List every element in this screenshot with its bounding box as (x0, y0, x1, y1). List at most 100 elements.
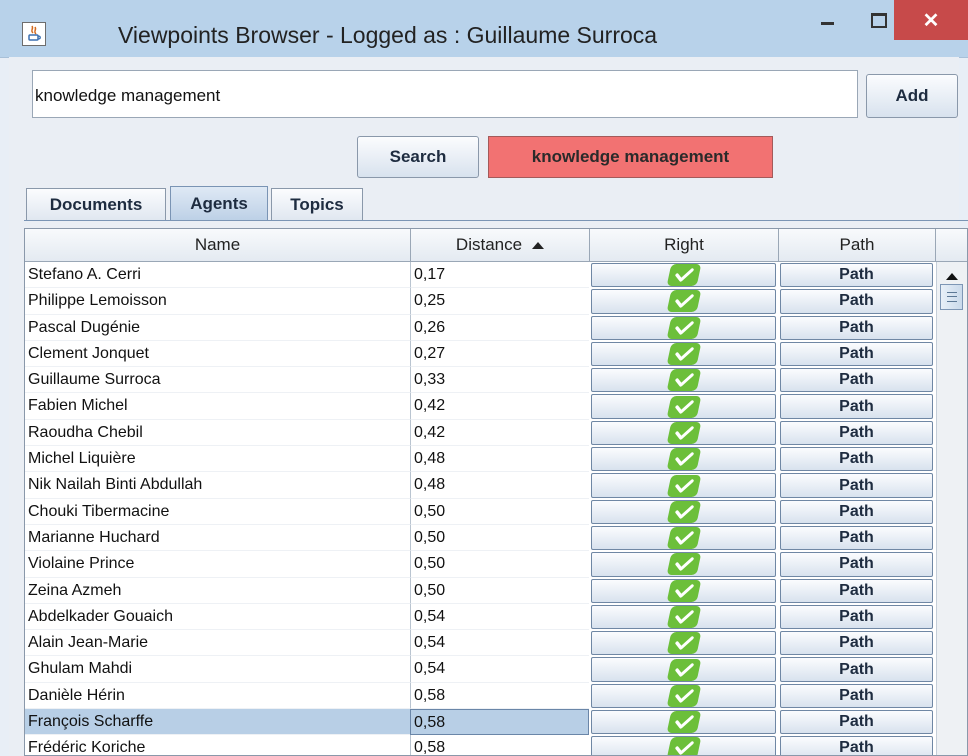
distance-cell[interactable]: 0,42 (410, 419, 589, 447)
table-row[interactable]: Raoudha Chebil 0,42 Path (25, 419, 935, 447)
table-row[interactable]: Frédéric Koriche 0,58 Path (25, 735, 935, 755)
right-button[interactable] (591, 263, 776, 288)
right-button[interactable] (591, 289, 776, 314)
path-button[interactable]: Path (780, 394, 933, 419)
agent-name-cell[interactable]: Abdelkader Gouaich (25, 604, 410, 631)
path-button[interactable]: Path (780, 420, 933, 446)
agent-name-cell[interactable]: Danièle Hérin (25, 683, 410, 710)
table-row[interactable]: Marianne Huchard 0,50 Path (25, 524, 935, 552)
minimize-button[interactable] (805, 0, 849, 40)
distance-cell[interactable]: 0,50 (410, 577, 589, 604)
agent-name-cell[interactable]: Frédéric Koriche (25, 735, 410, 755)
add-button[interactable]: Add (866, 74, 958, 118)
table-row[interactable]: Guillaume Surroca 0,33 Path (25, 367, 935, 394)
agent-name-cell[interactable]: Violaine Prince (25, 551, 410, 578)
path-button[interactable]: Path (780, 368, 933, 393)
path-button[interactable]: Path (780, 473, 933, 498)
column-header-name[interactable]: Name (25, 229, 411, 261)
search-input[interactable]: knowledge management (32, 70, 858, 118)
path-button[interactable]: Path (780, 552, 933, 577)
table-row[interactable]: Michel Liquière 0,48 Path (25, 446, 935, 473)
right-button[interactable] (591, 525, 776, 551)
path-button[interactable]: Path (780, 683, 933, 709)
right-button[interactable] (591, 552, 776, 577)
keyword-badge[interactable]: knowledge management (488, 136, 773, 178)
table-row[interactable]: Pascal Dugénie 0,26 Path (25, 314, 935, 341)
column-header-path[interactable]: Path (779, 229, 936, 261)
vertical-scrollbar[interactable] (936, 262, 967, 755)
agent-name-cell[interactable]: Raoudha Chebil (25, 420, 410, 447)
right-button[interactable] (591, 657, 776, 682)
distance-cell[interactable]: 0,58 (410, 735, 589, 755)
agent-name-cell[interactable]: François Scharffe (25, 709, 410, 736)
distance-cell[interactable]: 0,48 (410, 472, 589, 499)
close-button[interactable]: ✕ (894, 0, 968, 40)
distance-cell[interactable]: 0,17 (410, 262, 589, 289)
agent-name-cell[interactable]: Chouki Tibermacine (25, 499, 410, 525)
path-button[interactable]: Path (780, 289, 933, 314)
table-row[interactable]: Abdelkader Gouaich 0,54 Path (25, 603, 935, 631)
table-row[interactable]: Fabien Michel 0,42 Path (25, 393, 935, 420)
path-button[interactable]: Path (780, 631, 933, 656)
path-button[interactable]: Path (780, 657, 933, 682)
right-button[interactable] (591, 499, 776, 524)
distance-cell[interactable]: 0,58 (410, 709, 589, 736)
path-button[interactable]: Path (780, 604, 933, 630)
distance-cell[interactable]: 0,25 (410, 288, 589, 315)
agent-name-cell[interactable]: Fabien Michel (25, 393, 410, 420)
path-button[interactable]: Path (780, 525, 933, 551)
right-button[interactable] (591, 368, 776, 393)
right-button[interactable] (591, 578, 776, 603)
distance-cell[interactable]: 0,54 (410, 656, 589, 683)
right-button[interactable] (591, 710, 776, 735)
right-button[interactable] (591, 420, 776, 446)
table-row[interactable]: Clement Jonquet 0,27 Path (25, 340, 935, 368)
table-row[interactable]: Chouki Tibermacine 0,50 Path (25, 498, 935, 525)
path-button[interactable]: Path (780, 341, 933, 367)
path-button[interactable]: Path (780, 447, 933, 472)
distance-cell[interactable]: 0,26 (410, 314, 589, 341)
agent-name-cell[interactable]: Ghulam Mahdi (25, 656, 410, 683)
path-button[interactable]: Path (780, 263, 933, 288)
tab-topics[interactable]: Topics (271, 188, 363, 220)
tab-agents[interactable]: Agents (170, 186, 268, 221)
java-icon[interactable] (22, 22, 46, 46)
path-button[interactable]: Path (780, 710, 933, 735)
search-button[interactable]: Search (357, 136, 479, 178)
agent-name-cell[interactable]: Nik Nailah Binti Abdullah (25, 472, 410, 499)
agent-name-cell[interactable]: Alain Jean-Marie (25, 630, 410, 657)
right-button[interactable] (591, 683, 776, 709)
distance-cell[interactable]: 0,50 (410, 498, 589, 525)
scroll-thumb[interactable] (940, 284, 963, 310)
table-row[interactable]: Philippe Lemoisson 0,25 Path (25, 288, 935, 315)
agent-name-cell[interactable]: Michel Liquière (25, 446, 410, 473)
distance-cell[interactable]: 0,58 (410, 682, 589, 710)
path-button[interactable]: Path (780, 315, 933, 340)
right-button[interactable] (591, 631, 776, 656)
distance-cell[interactable]: 0,48 (410, 446, 589, 473)
distance-cell[interactable]: 0,54 (410, 630, 589, 657)
agent-name-cell[interactable]: Zeina Azmeh (25, 578, 410, 604)
table-row[interactable]: Danièle Hérin 0,58 Path (25, 682, 935, 710)
right-button[interactable] (591, 473, 776, 498)
path-button[interactable]: Path (780, 578, 933, 603)
right-button[interactable] (591, 736, 776, 755)
distance-cell[interactable]: 0,54 (410, 603, 589, 631)
path-button[interactable]: Path (780, 499, 933, 524)
distance-cell[interactable]: 0,33 (410, 367, 589, 394)
right-button[interactable] (591, 341, 776, 367)
path-button[interactable]: Path (780, 736, 933, 755)
agent-name-cell[interactable]: Pascal Dugénie (25, 315, 410, 341)
tab-documents[interactable]: Documents (26, 188, 166, 220)
distance-cell[interactable]: 0,42 (410, 393, 589, 420)
agent-name-cell[interactable]: Clement Jonquet (25, 341, 410, 368)
column-header-distance[interactable]: Distance (411, 229, 590, 261)
table-row[interactable]: François Scharffe 0,58 Path (25, 709, 935, 736)
distance-cell[interactable]: 0,50 (410, 524, 589, 552)
right-button[interactable] (591, 447, 776, 472)
right-button[interactable] (591, 315, 776, 340)
distance-cell[interactable]: 0,50 (410, 551, 589, 578)
distance-cell[interactable]: 0,27 (410, 340, 589, 368)
right-button[interactable] (591, 604, 776, 630)
right-button[interactable] (591, 394, 776, 419)
